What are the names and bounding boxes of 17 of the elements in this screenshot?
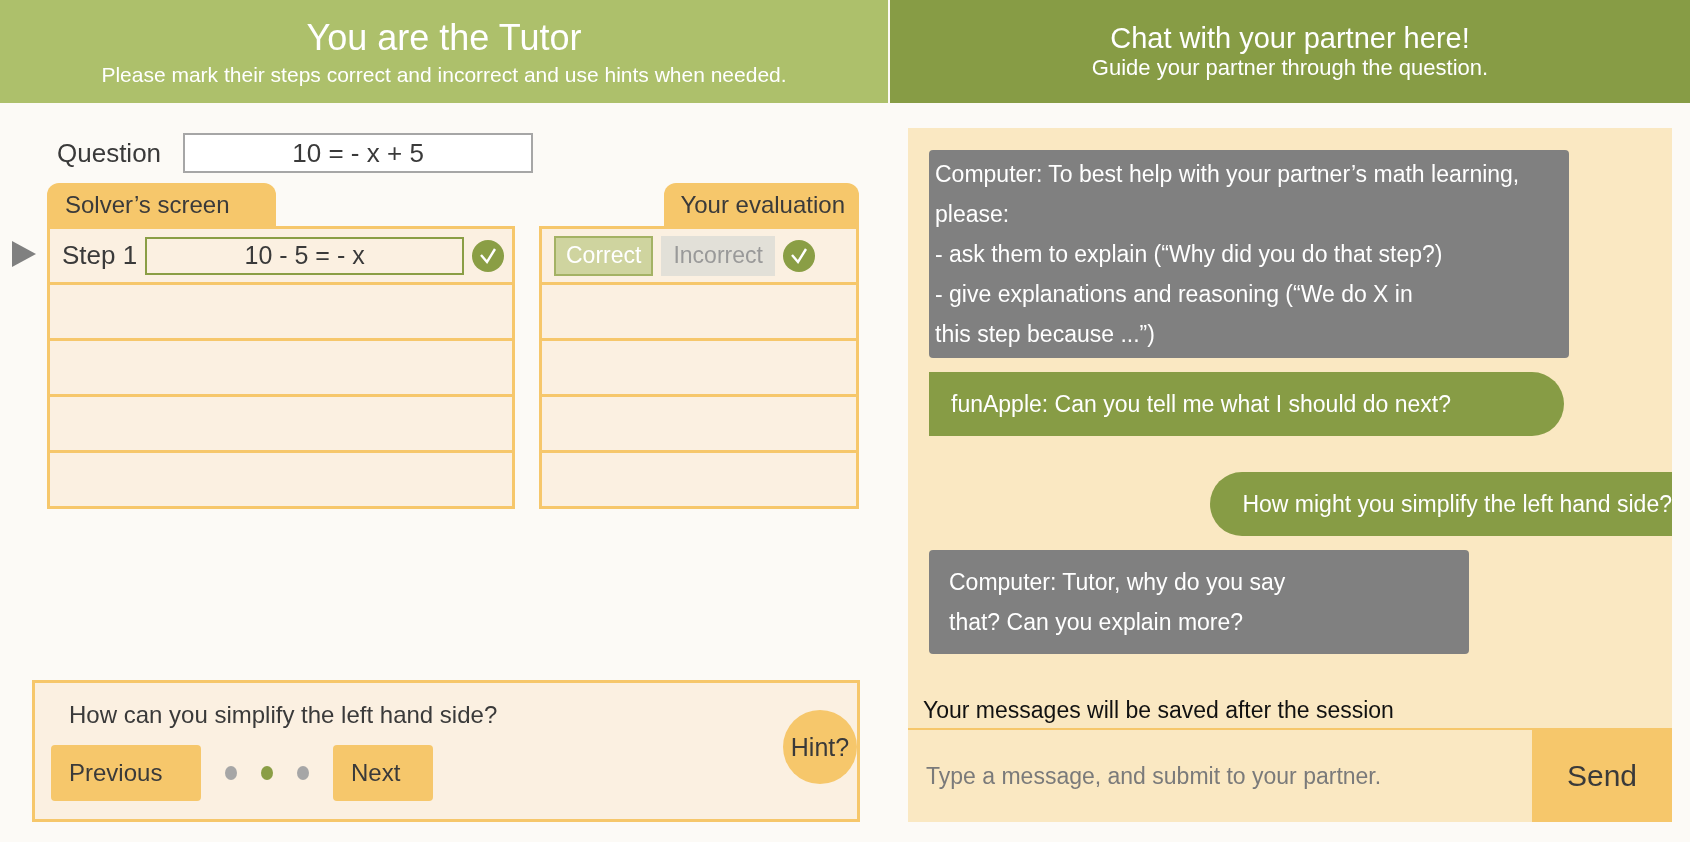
send-button[interactable]: Send <box>1532 730 1672 822</box>
question-label: Question <box>57 137 162 169</box>
question-field: 10 = - x + 5 <box>183 133 534 173</box>
next-button[interactable]: Next <box>333 745 433 801</box>
chat-title: Chat with your partner here! <box>1110 22 1470 55</box>
step-field[interactable]: 10 - 5 = - x <box>145 236 464 275</box>
partner-message: funApple: Can you tell me what I should do next? <box>929 372 1564 436</box>
header-title: You are the Tutor <box>306 16 582 59</box>
system-message: Computer: To best help with your partner’s math learning, please: - ask them to explain (“Why did you do that step?) - give explanations and reasoning (“We do X in this step because ...”) <box>929 150 1569 358</box>
hint-text: How can you simplify the left hand side? <box>69 701 499 729</box>
system-message: Computer: Tutor, why do you say that? Can you explain more? <box>929 550 1469 654</box>
own-message: How might you simplify the left hand side? <box>1210 472 1672 536</box>
step-label: Step 1 <box>62 240 138 271</box>
previous-button[interactable]: Previous <box>51 745 201 801</box>
hint-button[interactable]: Hint? <box>783 710 857 784</box>
chat-subtitle: Guide your partner through the question. <box>1091 55 1489 81</box>
header-subtitle: Please mark their steps correct and incorrect and use hints when needed. <box>101 62 787 87</box>
